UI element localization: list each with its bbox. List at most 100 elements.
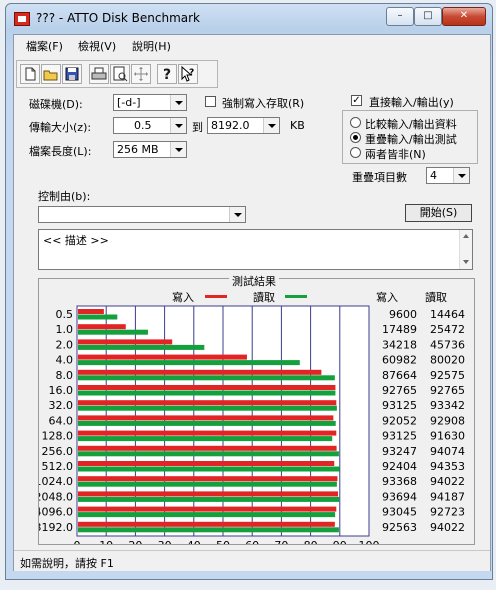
maximize-button[interactable]: □ (414, 7, 442, 26)
write-value: 9600 (389, 308, 417, 321)
transfer-size-label: 傳輸大小(z): (29, 121, 92, 134)
neither-radio[interactable] (350, 147, 361, 158)
transfer-size-from-select[interactable]: 0.5 (113, 117, 187, 134)
read-bar (78, 344, 205, 350)
print-preview-icon[interactable] (110, 64, 130, 84)
read-value: 94074 (430, 445, 465, 458)
write-value: 92052 (382, 414, 417, 427)
minimize-button[interactable]: – (386, 7, 414, 26)
write-value: 93125 (382, 430, 417, 443)
drive-value: [-d-] (117, 96, 141, 109)
x-tick-label: 100 (359, 539, 380, 544)
chevron-down-icon[interactable] (263, 118, 279, 133)
compare-io-radio[interactable] (350, 117, 361, 128)
svg-text:?: ? (163, 67, 171, 83)
category-label: 4.0 (56, 354, 74, 367)
menu-file[interactable]: 檔案(F) (26, 38, 63, 54)
benchmark-chart: 0102030405060708090100傳輸速率 - MB / 秒0.596… (39, 305, 465, 544)
move-icon[interactable] (131, 64, 151, 84)
direct-io-label: 直接輸入/輸出(y) (369, 96, 454, 109)
file-length-value: 256 MB (117, 143, 159, 156)
read-bar (78, 360, 300, 366)
status-bar: 如需說明，請按 F1 (14, 550, 490, 571)
category-label: 64.0 (49, 414, 74, 427)
force-write-checkbox[interactable] (205, 96, 216, 107)
write-bar (78, 385, 336, 390)
read-bar (78, 527, 339, 533)
chevron-down-icon[interactable] (170, 95, 186, 110)
chevron-down-icon[interactable] (170, 118, 186, 133)
new-icon[interactable] (20, 64, 40, 84)
status-text: 如需說明，請按 F1 (20, 557, 114, 570)
controlled-by-select[interactable] (38, 206, 246, 223)
write-bar (78, 476, 338, 482)
write-value: 92404 (382, 460, 417, 473)
controlled-by-label: 控制由(b): (38, 190, 91, 203)
read-bar (78, 390, 336, 396)
description-scrollbar[interactable] (459, 230, 472, 269)
read-bar (78, 466, 340, 472)
read-value: 94022 (430, 521, 465, 534)
direct-io-checkbox[interactable]: ✓ (351, 95, 362, 106)
queue-depth-value: 4 (430, 169, 437, 182)
write-value: 93247 (382, 445, 417, 458)
overlapped-io-radio[interactable] (350, 132, 361, 143)
write-value: 93125 (382, 399, 417, 412)
read-value: 92765 (430, 384, 465, 397)
x-tick-label: 90 (333, 539, 347, 544)
print-icon[interactable] (89, 64, 109, 84)
read-value: 91630 (430, 430, 465, 443)
read-bar (78, 512, 336, 518)
write-bar (78, 415, 334, 421)
app-icon (14, 12, 30, 26)
write-bar (78, 354, 247, 360)
category-label: 2.0 (56, 338, 74, 351)
description-box[interactable]: << 描述 >> (38, 229, 473, 270)
read-bar (78, 314, 118, 320)
results-panel: 測試結果 寫入 讀取 寫入 讀取 0102030405060708090100傳… (38, 273, 475, 545)
write-value: 34218 (382, 338, 417, 351)
chevron-down-icon[interactable] (170, 142, 186, 157)
queue-depth-select[interactable]: 4 (426, 167, 470, 184)
description-text: << 描述 >> (43, 234, 109, 247)
queue-depth-label: 重疊項目數 (352, 171, 407, 184)
save-icon[interactable] (62, 64, 82, 84)
transfer-size-to-select[interactable]: 8192.0 (207, 117, 280, 134)
write-value: 93045 (382, 506, 417, 519)
read-bar (78, 496, 340, 502)
start-button[interactable]: 開始(S) (405, 204, 472, 222)
title-bar[interactable]: ??? - ATTO Disk Benchmark – □ ✕ (6, 4, 492, 32)
read-bar (78, 329, 148, 335)
read-value: 80020 (430, 354, 465, 367)
read-value: 92723 (430, 506, 465, 519)
menu-help[interactable]: 說明(H) (132, 38, 171, 54)
help-icon[interactable]: ? (157, 64, 177, 84)
read-bar (78, 375, 335, 381)
category-label: 32.0 (49, 399, 74, 412)
menu-view[interactable]: 檢視(V) (78, 38, 116, 54)
write-bar (78, 309, 104, 314)
chevron-down-icon[interactable] (229, 207, 245, 222)
category-label: 128.0 (42, 430, 74, 443)
overlapped-io-label: 重疊輸入/輸出測試 (365, 133, 457, 146)
write-bar (78, 400, 337, 406)
context-help-icon[interactable]: ? (178, 64, 198, 84)
file-length-label: 檔案長度(L): (29, 145, 92, 158)
close-button[interactable]: ✕ (442, 7, 486, 26)
file-length-select[interactable]: 256 MB (113, 141, 187, 158)
category-label: 4096.0 (39, 506, 73, 519)
category-label: 256.0 (42, 445, 74, 458)
scroll-up-icon[interactable] (463, 234, 469, 238)
write-value: 87664 (382, 369, 417, 382)
open-icon[interactable] (41, 64, 61, 84)
write-bar (78, 339, 173, 345)
chevron-down-icon[interactable] (453, 168, 469, 183)
drive-select[interactable]: [-d-] (113, 94, 187, 111)
compare-io-label: 比較輸入/輸出資料 (365, 118, 457, 131)
client-area: 檔案(F) 檢視(V) 說明(H) ? ? 磁碟機(D): [-d-] 強制寫入… (13, 34, 491, 571)
kb-label: KB (290, 119, 305, 132)
category-label: 1024.0 (39, 475, 73, 488)
transfer-from-value: 0.5 (134, 119, 152, 132)
write-bar (78, 324, 126, 330)
scroll-down-icon[interactable] (463, 260, 469, 264)
